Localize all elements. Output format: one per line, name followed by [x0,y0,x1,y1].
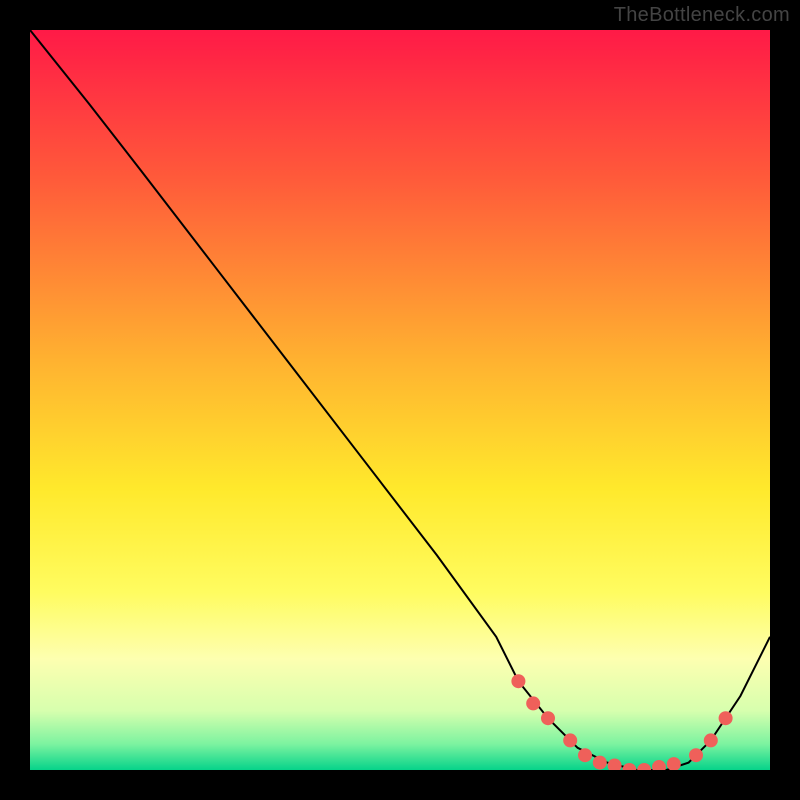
highlight-dot [719,711,733,725]
watermark-text: TheBottleneck.com [614,4,790,27]
chart-stage: TheBottleneck.com [0,0,800,800]
curve-layer [30,30,770,770]
highlight-dot [667,757,681,770]
highlight-dot [689,748,703,762]
highlight-dot [526,696,540,710]
highlight-dot [608,759,622,770]
bottleneck-curve [30,30,770,770]
plot-area [30,30,770,770]
highlight-dot [652,760,666,770]
highlight-dot [704,733,718,747]
highlight-dots [511,674,732,770]
highlight-dot [578,748,592,762]
highlight-dot [511,674,525,688]
highlight-dot [593,756,607,770]
highlight-dot [622,763,636,770]
highlight-dot [541,711,555,725]
highlight-dot [637,763,651,770]
highlight-dot [563,733,577,747]
